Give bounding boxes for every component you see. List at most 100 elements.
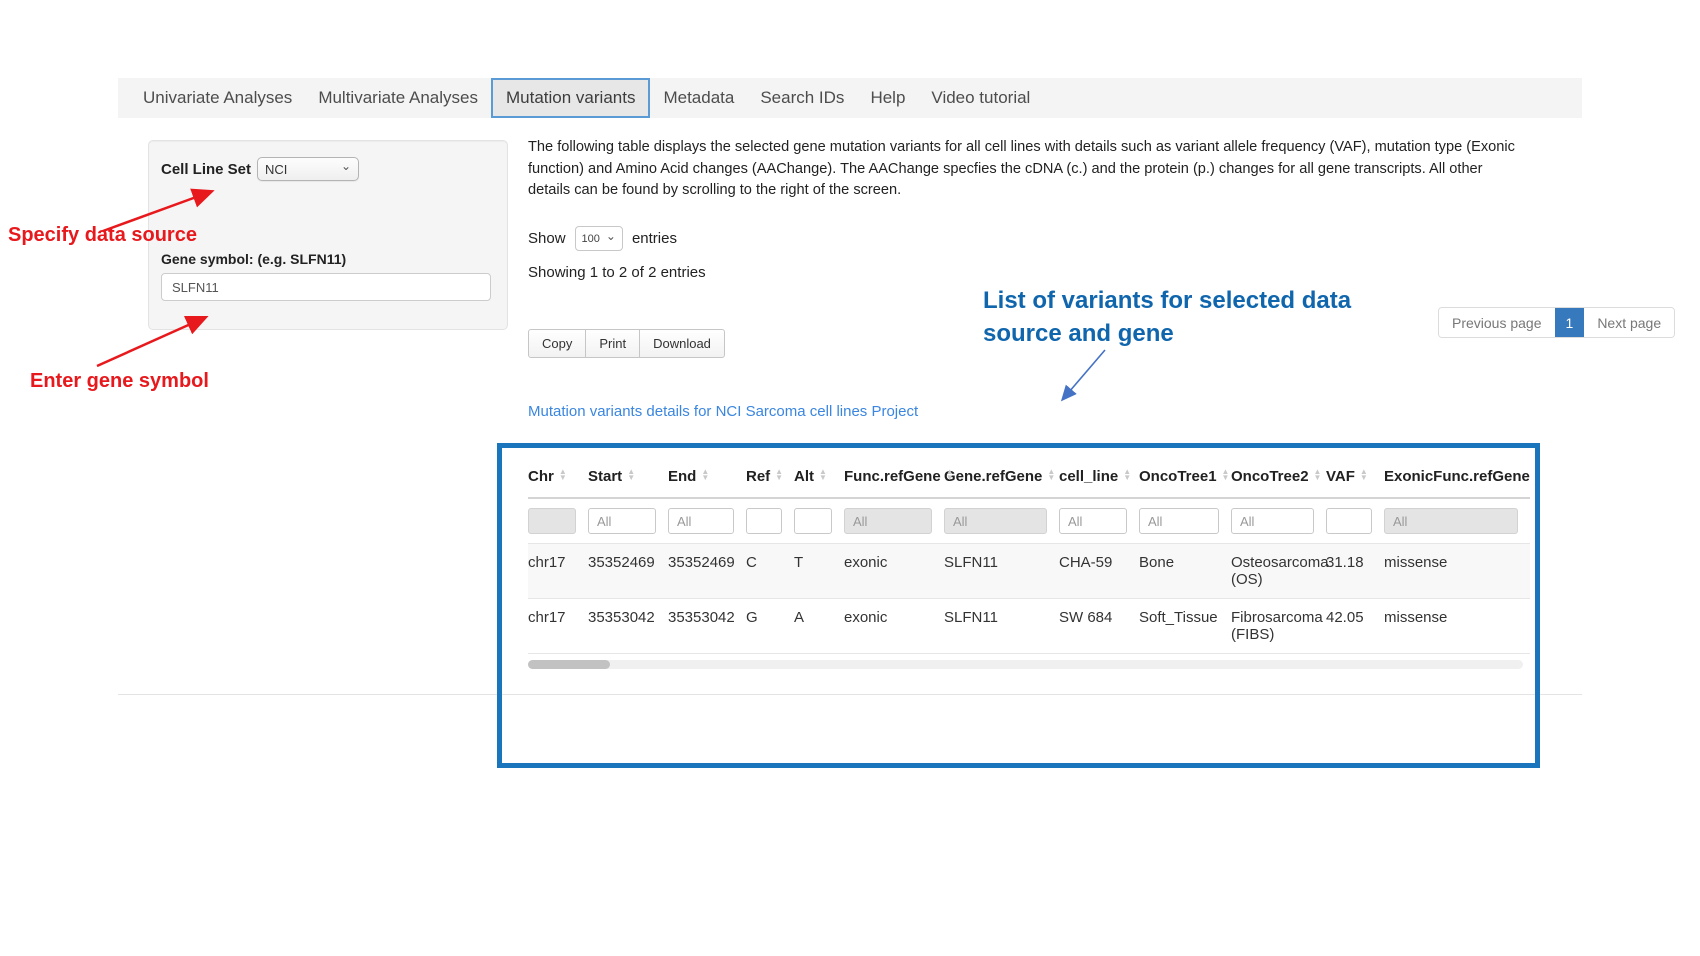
previous-page-button[interactable]: Previous page: [1439, 308, 1555, 337]
entries-label: entries: [632, 230, 677, 247]
print-button[interactable]: Print: [585, 329, 640, 358]
annotation-variant-list-heading: List of variants for selected data sourc…: [983, 284, 1351, 350]
column-header-oncotree1[interactable]: OncoTree1 ▲▼: [1139, 460, 1231, 498]
column-filter-oncotree2[interactable]: All: [1231, 508, 1314, 534]
copy-button[interactable]: Copy: [528, 329, 586, 358]
column-header-cell-line[interactable]: cell_line ▲▼: [1059, 460, 1139, 498]
table-cell: chr17: [528, 599, 588, 654]
table-cell: T: [794, 544, 844, 599]
sort-icon[interactable]: ▲▼: [701, 469, 709, 481]
table-caption-link[interactable]: Mutation variants details for NCI Sarcom…: [528, 403, 918, 420]
sort-icon[interactable]: ▲▼: [559, 469, 567, 481]
table-description: The following table displays the selecte…: [528, 137, 1528, 202]
table-cell: missense: [1384, 599, 1530, 654]
page-length-control: Show 100 entries: [528, 226, 677, 251]
column-filter-oncotree1[interactable]: All: [1139, 508, 1219, 534]
table-body: chr173535246935352469CTexonicSLFN11CHA-5…: [528, 544, 1530, 654]
sort-icon[interactable]: ▲▼: [819, 469, 827, 481]
table-cell: G: [746, 599, 794, 654]
column-header-chr[interactable]: Chr▲▼: [528, 460, 588, 498]
gene-symbol-label: Gene symbol: (e.g. SLFN11): [161, 251, 346, 267]
table-cell: 35353042: [668, 599, 746, 654]
column-header-start[interactable]: Start▲▼: [588, 460, 668, 498]
column-label: VAF: [1326, 468, 1355, 485]
column-filter-end[interactable]: All: [668, 508, 734, 534]
sort-icon[interactable]: ▲▼: [946, 469, 954, 481]
sort-icon[interactable]: ▲▼: [1047, 469, 1055, 481]
variants-table-container: Chr▲▼Start▲▼End▲▼Ref▲▼Alt▲▼Func.refGene▲…: [502, 448, 1535, 760]
table-filter-row: All All All All All All All All: [528, 498, 1530, 544]
column-header-end[interactable]: End ▲▼: [668, 460, 746, 498]
cell-line-set-select[interactable]: NCI: [257, 157, 359, 181]
column-label: Alt: [794, 468, 814, 485]
sort-icon[interactable]: ▲▼: [1123, 469, 1131, 481]
export-button-group: Copy Print Download: [528, 329, 725, 358]
table-cell: Osteosarcoma (OS): [1231, 544, 1326, 599]
tab-video-tutorial[interactable]: Video tutorial: [918, 78, 1043, 118]
sort-icon[interactable]: ▲▼: [775, 469, 783, 481]
table-cell: 31.18: [1326, 544, 1384, 599]
sort-icon[interactable]: ▲▼: [1314, 469, 1322, 481]
variants-table: Chr▲▼Start▲▼End▲▼Ref▲▼Alt▲▼Func.refGene▲…: [528, 460, 1530, 654]
tab-help[interactable]: Help: [857, 78, 918, 118]
page-number-button[interactable]: 1: [1555, 308, 1585, 337]
table-cell: exonic: [844, 544, 944, 599]
download-button[interactable]: Download: [639, 329, 725, 358]
table-row: chr173535304235353042GAexonicSLFN11SW 68…: [528, 599, 1530, 654]
column-header-alt[interactable]: Alt ▲▼: [794, 460, 844, 498]
showing-entries-status: Showing 1 to 2 of 2 entries: [528, 264, 706, 281]
column-header-ref[interactable]: Ref ▲▼: [746, 460, 794, 498]
column-filter-cell-line[interactable]: All: [1059, 508, 1127, 534]
table-cell: Soft_Tissue: [1139, 599, 1231, 654]
column-header-vaf[interactable]: VAF ▲▼: [1326, 460, 1384, 498]
tab-metadata[interactable]: Metadata: [650, 78, 747, 118]
tab-search-ids[interactable]: Search IDs: [747, 78, 857, 118]
tab-univariate-analyses[interactable]: Univariate Analyses: [130, 78, 305, 118]
column-header-oncotree2[interactable]: OncoTree2 ▲▼: [1231, 460, 1326, 498]
column-header-gene-refgene[interactable]: Gene.refGene▲▼: [944, 460, 1059, 498]
next-page-button[interactable]: Next page: [1584, 308, 1674, 337]
column-filter-func-refgene[interactable]: All: [844, 508, 932, 534]
table-cell: A: [794, 599, 844, 654]
table-cell: Fibrosarcoma (FIBS): [1231, 599, 1326, 654]
sort-icon[interactable]: ▲▼: [1222, 469, 1230, 481]
column-label: Gene.refGene: [944, 468, 1042, 485]
column-label: Ref: [746, 468, 770, 485]
column-filter-ref[interactable]: [746, 508, 782, 534]
column-filter-alt[interactable]: [794, 508, 832, 534]
column-filter-chr[interactable]: [528, 508, 576, 534]
column-filter-gene-refgene[interactable]: All: [944, 508, 1047, 534]
horizontal-scrollbar[interactable]: [528, 660, 1523, 669]
column-header-exonicfunc-refgene[interactable]: ExonicFunc.refGene▲▼: [1384, 460, 1530, 498]
annotation-heading-line1: List of variants for selected data: [983, 284, 1351, 317]
scrollbar-thumb[interactable]: [528, 660, 610, 669]
table-cell: Bone: [1139, 544, 1231, 599]
table-cell: SW 684: [1059, 599, 1139, 654]
table-cell: SLFN11: [944, 599, 1059, 654]
column-label: End: [668, 468, 696, 485]
sort-icon[interactable]: ▲▼: [627, 469, 635, 481]
column-filter-start[interactable]: All: [588, 508, 656, 534]
navbar: Univariate AnalysesMultivariate Analyses…: [118, 78, 1582, 118]
column-label: OncoTree1: [1139, 468, 1217, 485]
table-cell: 35352469: [588, 544, 668, 599]
tab-multivariate-analyses[interactable]: Multivariate Analyses: [305, 78, 491, 118]
table-cell: 35353042: [588, 599, 668, 654]
chevron-down-icon: [341, 163, 351, 175]
column-label: ExonicFunc.refGene: [1384, 468, 1530, 485]
gene-symbol-input[interactable]: [161, 273, 491, 301]
page-length-value: 100: [582, 233, 600, 245]
table-row: chr173535246935352469CTexonicSLFN11CHA-5…: [528, 544, 1530, 599]
column-header-func-refgene[interactable]: Func.refGene▲▼: [844, 460, 944, 498]
annotation-heading-line2: source and gene: [983, 317, 1351, 350]
blue-arrow-variant-list: [1063, 350, 1105, 399]
page-length-select[interactable]: 100: [575, 226, 623, 251]
tab-mutation-variants[interactable]: Mutation variants: [491, 78, 650, 118]
column-filter-exonicfunc-refgene[interactable]: All: [1384, 508, 1518, 534]
column-label: OncoTree2: [1231, 468, 1309, 485]
table-cell: SLFN11: [944, 544, 1059, 599]
column-filter-vaf[interactable]: [1326, 508, 1372, 534]
column-label: cell_line: [1059, 468, 1118, 485]
sort-icon[interactable]: ▲▼: [1360, 469, 1368, 481]
table-cell: exonic: [844, 599, 944, 654]
